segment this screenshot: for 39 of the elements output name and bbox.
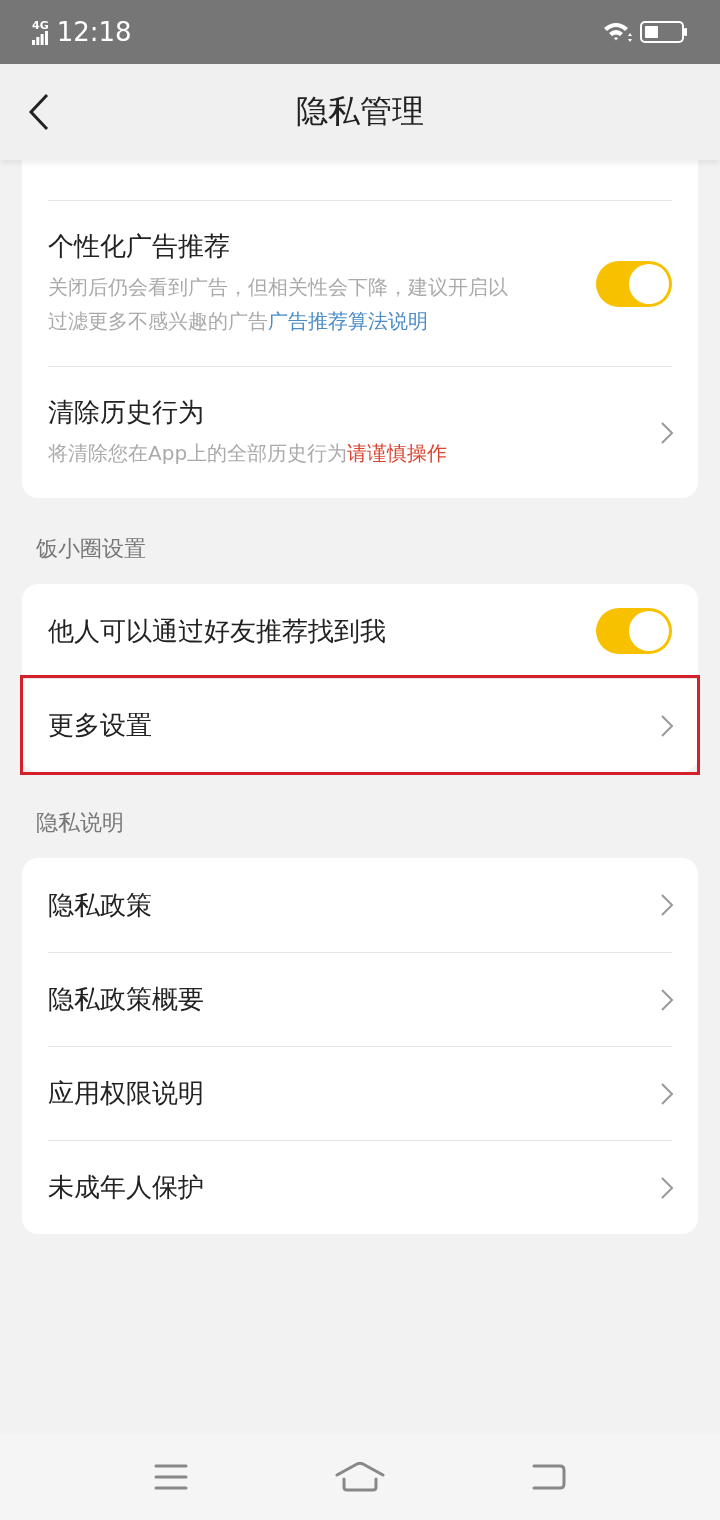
setting-title: 未成年人保护: [48, 1171, 204, 1204]
chevron-icon: [660, 420, 674, 445]
algorithm-link[interactable]: 广告推荐算法说明: [268, 309, 428, 333]
setting-title: 隐私政策: [48, 888, 152, 922]
settings-row[interactable]: 应用权限说明: [48, 1046, 672, 1140]
chevron-icon: [660, 1081, 674, 1106]
settings-row[interactable]: 他人可以通过好友推荐找到我: [48, 584, 672, 678]
settings-row[interactable]: 未成年人保护: [48, 1140, 672, 1234]
setting-description: 关闭后仍会看到广告，但相关性会下降，建议开启以过滤更多不感兴趣的广告广告推荐算法说明: [48, 274, 509, 335]
settings-row[interactable]: 更多设置: [23, 678, 697, 772]
chevron-icon: [660, 987, 674, 1012]
setting-title: 应用权限说明: [48, 1077, 204, 1110]
setting-title: 他人可以通过好友推荐找到我: [48, 614, 386, 648]
chevron-icon: [660, 893, 674, 917]
setting-title: 清除历史行为: [48, 396, 205, 429]
settings-row[interactable]: 隐私政策概要: [48, 952, 672, 1046]
menu-icon[interactable]: [153, 1464, 188, 1490]
setting-title: 隐私政策概要: [48, 983, 204, 1016]
warning-text: 请谨慎操作: [347, 441, 448, 465]
settings-row[interactable]: 清除历史行为 将清除您在App上的全部历史行为请谨慎操作: [48, 366, 672, 498]
home-icon[interactable]: [335, 1462, 385, 1492]
settings-row[interactable]: 个性化广告推荐 关闭后仍会看到广告，但相关性会下降，建议开启以过滤更多不感兴趣的广告广告推荐算法说明: [48, 200, 672, 366]
toggle-switch[interactable]: [596, 260, 672, 307]
toggle-switch[interactable]: [596, 608, 672, 654]
settings-row[interactable]: 隐私政策: [48, 858, 672, 952]
chevron-icon: [660, 1175, 674, 1200]
setting-title: 更多设置: [48, 709, 152, 742]
network-label: 4G: [32, 19, 49, 31]
clock-time: 12:18: [56, 17, 132, 47]
back-nav-icon[interactable]: [532, 1464, 567, 1490]
chevron-icon: [660, 713, 674, 738]
setting-description: 将清除您在App上的全部历史行为请谨慎操作: [48, 440, 448, 467]
wifi-icon: [602, 21, 634, 43]
signal-icon: [32, 30, 48, 45]
page-title: 隐私管理: [296, 91, 424, 132]
section-label: 饭小圈设置: [35, 535, 147, 563]
battery-icon: [640, 21, 688, 43]
section-label: 隐私说明: [35, 809, 125, 837]
setting-title: 个性化广告推荐: [48, 230, 231, 263]
